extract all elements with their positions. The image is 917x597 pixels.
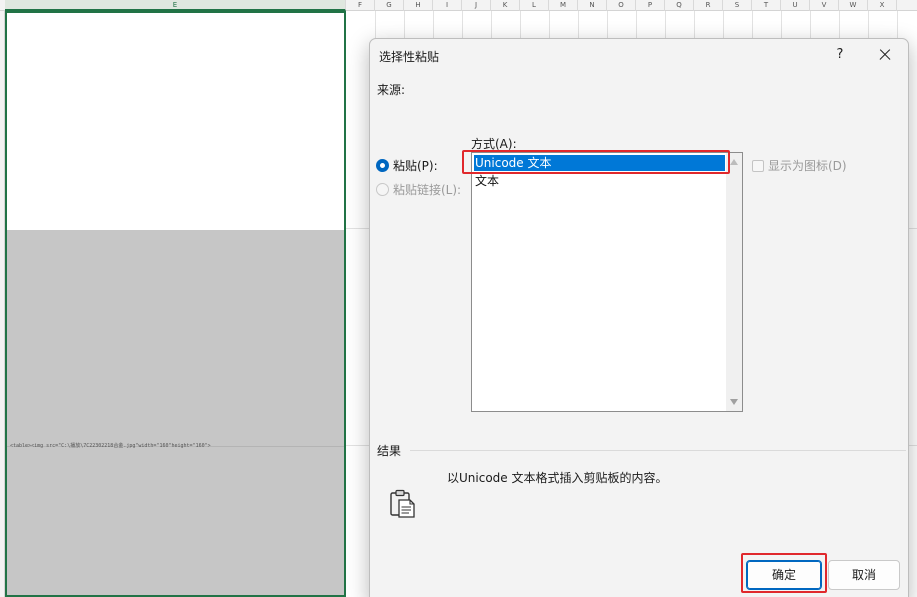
column-header[interactable]: M	[549, 0, 578, 11]
column-header[interactable]: X	[868, 0, 897, 11]
result-description: 以Unicode 文本格式插入剪贴板的内容。	[447, 471, 668, 485]
column-header[interactable]: P	[636, 0, 665, 11]
column-header[interactable]: T	[752, 0, 781, 11]
paste-radio-option[interactable]: 粘贴(P):	[376, 157, 438, 174]
radio-checked-icon[interactable]	[376, 159, 389, 172]
column-header[interactable]: G	[375, 0, 404, 11]
paste-radio-label: 粘贴(P):	[393, 159, 438, 173]
column-header[interactable]: U	[781, 0, 810, 11]
radio-unchecked-icon[interactable]	[376, 183, 389, 196]
source-label: 来源:	[377, 83, 406, 97]
close-icon[interactable]	[873, 43, 897, 67]
column-header[interactable]: H	[404, 0, 433, 11]
column-header[interactable]: R	[694, 0, 723, 11]
column-header[interactable]: Q	[665, 0, 694, 11]
column-header-row: E F G H I J K L M N O P Q R S T U V W X	[0, 0, 917, 11]
result-label: 结果	[377, 444, 402, 458]
display-as-icon-label: 显示为图标(D)	[768, 159, 847, 173]
checkbox-icon[interactable]	[752, 159, 764, 172]
display-as-icon-checkbox[interactable]: 显示为图标(D)	[752, 157, 847, 174]
clipboard-icon	[390, 489, 415, 518]
mode-label: 方式(A):	[471, 137, 517, 151]
dialog-title: 选择性粘贴	[379, 50, 440, 64]
scroll-up-icon[interactable]	[730, 159, 738, 165]
column-header[interactable]: K	[491, 0, 520, 11]
help-icon[interactable]: ?	[830, 45, 850, 65]
list-item-unicode-text[interactable]: Unicode 文本	[474, 155, 725, 171]
cancel-button[interactable]: 取消	[828, 560, 900, 590]
column-header[interactable]: O	[607, 0, 636, 11]
selected-cell-e1[interactable]: <table><img src="C:\播放\7C22302218合金.jpg"…	[5, 11, 346, 597]
column-header[interactable]: W	[839, 0, 868, 11]
column-header[interactable]: J	[462, 0, 491, 11]
format-listbox[interactable]: Unicode 文本 文本	[471, 152, 743, 412]
paste-special-dialog: 选择性粘贴 ? 来源: 方式(A): 粘贴(P): 粘贴链接(L): Unico…	[369, 38, 909, 597]
listbox-scrollbar[interactable]	[726, 153, 742, 411]
paste-link-radio-option[interactable]: 粘贴链接(L):	[376, 181, 461, 198]
list-item-text[interactable]: 文本	[474, 173, 499, 189]
ok-button[interactable]: 确定	[746, 560, 822, 590]
paste-link-radio-label: 粘贴链接(L):	[393, 183, 462, 197]
column-header[interactable]: F	[346, 0, 375, 11]
column-header[interactable]: L	[520, 0, 549, 11]
scroll-down-icon[interactable]	[730, 399, 738, 405]
cell-html-content: <table><img src="C:\播放\7C22302218合金.jpg"…	[10, 443, 211, 449]
column-header[interactable]: N	[578, 0, 607, 11]
column-header[interactable]: S	[723, 0, 752, 11]
column-header[interactable]: V	[810, 0, 839, 11]
result-divider	[410, 450, 906, 451]
column-header[interactable]: I	[433, 0, 462, 11]
column-header-e[interactable]: E	[5, 0, 346, 11]
